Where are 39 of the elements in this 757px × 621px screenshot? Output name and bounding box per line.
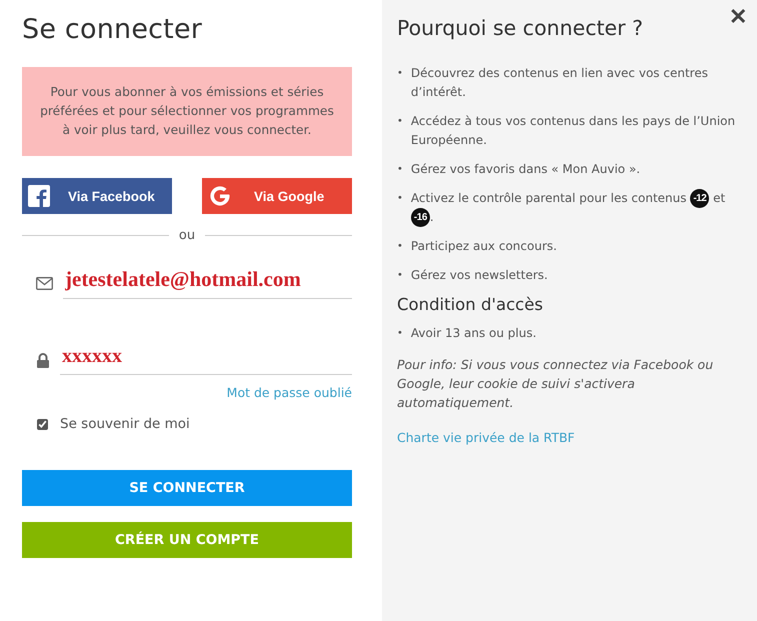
google-g-icon <box>208 184 232 208</box>
benefit-text: et <box>713 191 726 205</box>
facebook-login-button[interactable]: Via Facebook <box>22 178 172 214</box>
separator-text: ou <box>178 228 196 243</box>
facebook-icon <box>28 185 50 207</box>
email-field[interactable]: jetestelatele@hotmail.com <box>63 267 352 299</box>
bullet: • <box>397 192 403 206</box>
remember-label: Se souvenir de moi <box>60 416 190 432</box>
benefit-text: Gérez vos newsletters. <box>410 268 548 282</box>
login-button[interactable]: SE CONNECTER <box>22 470 352 506</box>
bullet: • <box>397 163 403 177</box>
bullet: • <box>397 67 403 81</box>
close-button[interactable]: ✕ <box>729 4 747 30</box>
info-note: Pour info: Si vous vous connectez via Facebook ou Google, leur cookie de suivi s'activera automatiquement. <box>397 356 714 412</box>
lock-icon <box>36 352 50 368</box>
condition-item: Avoir 13 ans ou plus. <box>410 325 538 342</box>
envelope-icon <box>36 276 53 290</box>
forgot-password-link[interactable]: Mot de passe oublié <box>226 385 352 400</box>
benefit-text: Accédez à tous vos contenus dans les pays de l’Union Européenne. <box>410 114 736 147</box>
benefit-text: Gérez vos favoris dans « Mon Auvio ». <box>410 162 640 176</box>
age-rating-badge: -16 <box>410 208 430 228</box>
benefit-text: Participez aux concours. <box>410 239 557 254</box>
bullet: • <box>397 240 403 254</box>
info-title: Pourquoi se connecter ? <box>397 16 644 40</box>
benefit-text: Activez le contrôle parental pour les contenus <box>410 191 686 205</box>
benefit-text: Découvrez des contenus en lien avec vos centres d’intérêt. <box>410 66 708 99</box>
notice-message: Pour vous abonner à vos émissions et séries préférées et pour sélectionner vos programmes à voir plus tard, veuillez vous connecter. <box>22 67 352 156</box>
bullet: • <box>397 115 403 129</box>
google-login-button[interactable]: Via Google <box>202 178 352 214</box>
page-title: Se connecter <box>22 14 204 45</box>
conditions-title: Condition d'accès <box>397 295 544 314</box>
bullet: • <box>397 327 403 342</box>
benefit-text: . <box>430 210 434 224</box>
remember-checkbox[interactable] <box>37 418 48 430</box>
create-account-button[interactable]: CRÉER UN COMPTE <box>22 522 352 558</box>
bullet: • <box>397 269 403 284</box>
privacy-policy-link[interactable]: Charte vie privée de la RTBF <box>397 430 575 446</box>
age-rating-badge: -12 <box>690 189 710 208</box>
password-field[interactable]: xxxxxx <box>60 345 352 375</box>
